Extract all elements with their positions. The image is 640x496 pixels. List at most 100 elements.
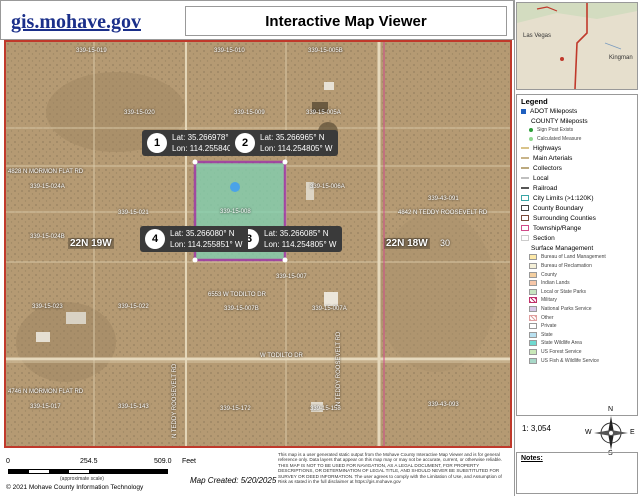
parcel-label: 339-15-020 xyxy=(124,110,155,116)
legend-swatch xyxy=(529,271,537,278)
legend-item: Private xyxy=(521,322,633,331)
legend-swatch xyxy=(521,187,529,190)
legend-item: Military xyxy=(521,296,633,305)
legend-swatch xyxy=(521,157,529,160)
legend-item: Bureau of Land Management xyxy=(521,253,633,262)
legend-item: Other xyxy=(521,313,633,322)
legend-item-label: National Parks Service xyxy=(541,306,592,313)
legend-item: County xyxy=(521,270,633,279)
parcel-label: 339-15-007 xyxy=(276,274,307,280)
scale-bar xyxy=(8,469,168,474)
legend-item-label: Township/Range xyxy=(533,224,582,232)
legend-item-label: County Boundary xyxy=(533,204,584,212)
legend-swatch xyxy=(521,108,526,114)
scale-label: Feet xyxy=(182,458,197,465)
site-link[interactable]: gis.mohave.gov xyxy=(11,11,141,34)
legend-panel: Legend ADOT Mileposts COUNTY Mileposts Sig… xyxy=(516,94,638,416)
legend-item-label: Military xyxy=(541,297,557,304)
legend-item-label: Collectors xyxy=(533,164,562,172)
legend-item: Surrounding Counties xyxy=(521,213,633,223)
legend-item: COUNTY Mileposts xyxy=(521,116,633,126)
coordinate-callout: 4 Lat: 35.266080° N Lon: 114.255851° W xyxy=(140,226,249,252)
parcel-label: 339-15-008 xyxy=(220,209,251,215)
notes-box: Notes: xyxy=(516,452,638,494)
legend-swatch xyxy=(529,314,537,321)
scale-bar-segment xyxy=(9,470,29,473)
road-label: 4828 N MORMON FLAT RD xyxy=(8,169,84,175)
legend-item-label: Surface Management xyxy=(531,244,594,252)
parcel-label: 339-15-017 xyxy=(30,404,61,410)
legend-swatch xyxy=(529,254,537,261)
legend-item: ADOT Mileposts xyxy=(521,106,633,116)
legend-item-label: Local or State Parks xyxy=(541,288,587,295)
legend-item-label: Sign Post Exists xyxy=(537,127,574,134)
compass-west-label: W xyxy=(585,429,592,436)
parcel-label: 339-15-022 xyxy=(118,304,149,310)
parcel-label: 339-15-009 xyxy=(234,110,265,116)
township-label: 22N 18W xyxy=(384,238,430,249)
legend-item-label: Main Arterials xyxy=(533,154,573,162)
legend-item-label: County xyxy=(541,271,557,278)
legend-item-label: Calculated Measure xyxy=(537,135,582,142)
compass-north-label: N xyxy=(608,406,614,413)
parcel-label: 339-15-007B xyxy=(224,306,259,312)
legend-item-label: Indian Lands xyxy=(541,280,570,287)
compass-east-label: E xyxy=(630,429,635,436)
coordinate-callout: 2 Lat: 35.266965° N Lon: 114.254805° W xyxy=(230,130,339,156)
legend-item-label: Bureau of Reclamation xyxy=(541,263,592,270)
callout-lon: Lon: 114.254805° W xyxy=(260,144,333,153)
map-scale-ratio: 1: 3,054 xyxy=(522,424,551,433)
legend-item: Section xyxy=(521,233,633,243)
legend-item-label: Bureau of Land Management xyxy=(541,254,606,261)
legend-swatch xyxy=(529,306,537,313)
parcel-label: 339-15-024B xyxy=(30,234,65,240)
callout-lat: Lat: 35.266080° N xyxy=(170,229,235,238)
township-label: 22N 19W xyxy=(68,238,114,249)
parcel-label: 339-43-091 xyxy=(428,196,459,202)
parcel-label: 339-15-005A xyxy=(306,110,341,116)
legend-title: Legend xyxy=(521,97,548,106)
legend-item: State Wildlife Area xyxy=(521,339,633,348)
legend-item: Bureau of Reclamation xyxy=(521,262,633,271)
road-label: 4746 N MORMON FLAT RD xyxy=(8,389,84,395)
road-label: N TEDDY ROOSEVELT RD xyxy=(336,331,342,406)
legend-item-label: Other xyxy=(541,314,554,321)
legend-swatch xyxy=(521,205,529,212)
legend-swatch xyxy=(529,280,537,287)
legend-swatch xyxy=(521,147,529,150)
scale-bar-segment xyxy=(89,470,167,473)
callout-number: 1 xyxy=(147,133,167,153)
parcel-label: 339-15-021 xyxy=(118,210,149,216)
disclaimer: This map is a user generated static outp… xyxy=(278,452,503,485)
section-number: 30 xyxy=(440,238,451,248)
legend-item: State xyxy=(521,331,633,340)
road-label: N TEDDY ROOSEVELT RD xyxy=(172,363,178,438)
parcel-label: 339-15-024A xyxy=(30,184,65,190)
legend-item-label: Private xyxy=(541,323,557,330)
scale-label: 254.5 xyxy=(80,458,98,465)
legend-swatch xyxy=(529,128,533,133)
header-bar: gis.mohave.gov Interactive Map Viewer xyxy=(0,0,514,40)
legend-swatch xyxy=(529,263,537,270)
callout-lon: Lon: 114.255851° W xyxy=(170,240,243,249)
parcel-label: 339-15-019 xyxy=(76,48,107,54)
legend-item-label: State Wildlife Area xyxy=(541,340,582,347)
map-view[interactable]: 339-15-019 339-15-010 339-15-005B 339-15… xyxy=(4,40,512,448)
parcel-label: 339-15-005B xyxy=(308,48,343,54)
legend-swatch xyxy=(521,167,529,170)
callout-lon: Lon: 114.254805° W xyxy=(264,240,337,249)
legend-item: Sign Post Exists xyxy=(521,126,633,135)
overview-map[interactable]: Las Vegas Kingman xyxy=(516,2,638,90)
legend-item: National Parks Service xyxy=(521,305,633,314)
compass-icon xyxy=(594,416,628,450)
parcel-label: 339-15-007A xyxy=(312,306,347,312)
coordinate-callout: 3 Lat: 35.266085° N Lon: 114.254805° W xyxy=(234,226,343,252)
legend-item: Highways xyxy=(521,143,633,153)
parcel-label: 339-15-172 xyxy=(220,406,251,412)
legend-swatch xyxy=(521,235,529,242)
legend-item-label: US Fish & Wildlife Service xyxy=(541,357,600,364)
legend-swatch xyxy=(521,177,529,180)
legend-item-label: US Forest Service xyxy=(541,349,582,356)
callout-number: 4 xyxy=(145,229,165,249)
legend-swatch xyxy=(529,349,537,356)
